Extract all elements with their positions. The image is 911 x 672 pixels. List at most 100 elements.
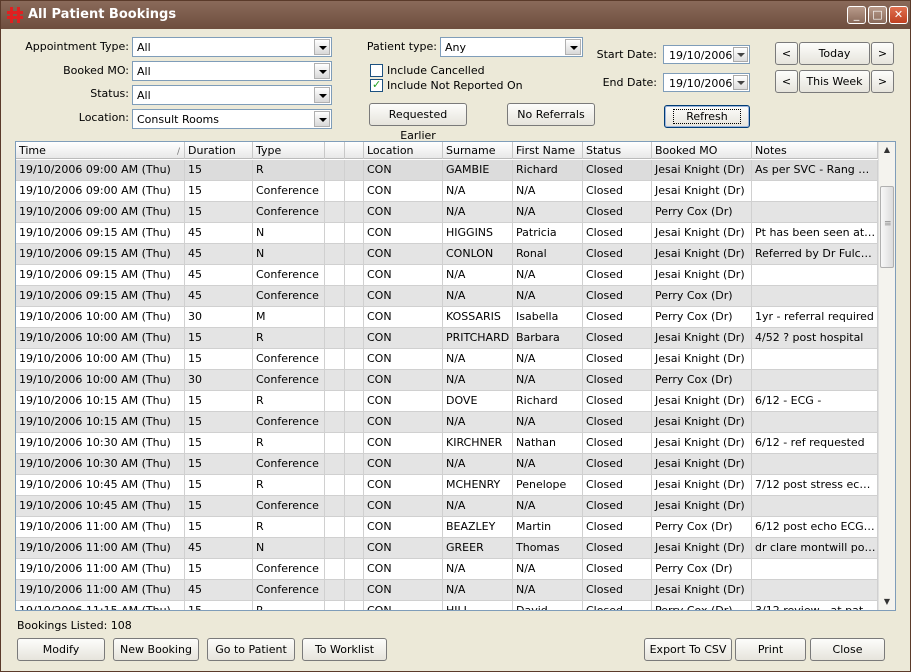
export-csv-button[interactable]: Export To CSV (644, 638, 732, 661)
table-row[interactable]: 19/10/2006 09:15 AM (Thu) 45 Conference CON… (16, 265, 878, 286)
next-day-button[interactable]: > (871, 42, 894, 65)
location-select[interactable]: Consult Rooms (132, 109, 332, 129)
table-row[interactable]: 19/10/2006 11:00 AM (Thu) 15 R CON BEAZLEY Ma… (16, 517, 878, 538)
scroll-up-icon[interactable]: ▲ (879, 142, 895, 158)
app-hash-icon (7, 7, 23, 23)
table-row[interactable]: 19/10/2006 09:00 AM (Thu) 15 Conference CON… (16, 202, 878, 223)
table-cell: 19/10/2006 11:00 AM (Thu) (16, 559, 185, 580)
chevron-down-icon[interactable] (314, 87, 330, 103)
table-row[interactable]: 19/10/2006 10:15 AM (Thu) 15 R CON DOVE Richa… (16, 391, 878, 412)
table-cell: 15 (185, 496, 253, 517)
go-to-patient-button[interactable]: Go to Patient (207, 638, 295, 661)
appointment-type-select[interactable]: All (132, 37, 332, 57)
requested-earlier-button[interactable]: Requested Earlier (369, 103, 467, 142)
column-header[interactable]: Surname (443, 142, 513, 159)
table-row[interactable]: 19/10/2006 10:00 AM (Thu) 15 R CON PRITCHARD… (16, 328, 878, 349)
title-bar[interactable]: All Patient Bookings _ □ ✕ (1, 1, 910, 29)
calendar-dropdown-icon[interactable] (733, 47, 748, 62)
table-cell: Closed (583, 202, 652, 223)
table-cell (325, 580, 345, 601)
table-cell: Thomas (513, 538, 583, 559)
table-row[interactable]: 19/10/2006 10:00 AM (Thu) 15 Conference CON… (16, 349, 878, 370)
table-cell: Perry Cox (Dr) (652, 559, 752, 580)
table-row[interactable]: 19/10/2006 10:00 AM (Thu) 30 M CON KOSSARIS I… (16, 307, 878, 328)
location-label: Location: (78, 111, 129, 124)
next-week-button[interactable]: > (871, 70, 894, 93)
checkbox-box-checked[interactable] (370, 78, 383, 92)
table-row[interactable]: 19/10/2006 09:15 AM (Thu) 45 Conference CON… (16, 286, 878, 307)
table-row[interactable]: 19/10/2006 10:45 AM (Thu) 15 Conference CON… (16, 496, 878, 517)
column-header[interactable] (345, 142, 364, 159)
column-header[interactable]: Booked MO (652, 142, 752, 159)
table-row[interactable]: 19/10/2006 11:00 AM (Thu) 45 Conference CON… (16, 580, 878, 601)
table-row[interactable]: 19/10/2006 10:30 AM (Thu) 15 R CON KIRCHNER N… (16, 433, 878, 454)
column-header[interactable]: First Name (513, 142, 583, 159)
column-header[interactable]: Notes (752, 142, 878, 159)
refresh-button[interactable]: Refresh (664, 105, 750, 128)
vertical-scrollbar[interactable]: ▲ ▼ (878, 142, 895, 610)
table-row[interactable]: 19/10/2006 10:45 AM (Thu) 15 R CON MCHENRY Pe… (16, 475, 878, 496)
this-week-button[interactable]: This Week (799, 70, 870, 93)
table-cell: Closed (583, 496, 652, 517)
modify-button[interactable]: Modify (17, 638, 105, 661)
minimize-button[interactable]: _ (847, 6, 866, 24)
table-row[interactable]: 19/10/2006 09:15 AM (Thu) 45 N CON CONLON Ron… (16, 244, 878, 265)
table-row[interactable]: 19/10/2006 10:15 AM (Thu) 15 Conference CON… (16, 412, 878, 433)
column-header[interactable] (325, 142, 345, 159)
patient-type-select[interactable]: Any (440, 37, 583, 57)
prev-day-button[interactable]: < (775, 42, 798, 65)
column-header[interactable]: Location (364, 142, 443, 159)
table-row[interactable]: 19/10/2006 11:00 AM (Thu) 15 Conference CON… (16, 559, 878, 580)
table-cell (345, 559, 364, 580)
new-booking-button[interactable]: New Booking (113, 638, 199, 661)
chevron-down-icon[interactable] (565, 39, 581, 55)
table-row[interactable]: 19/10/2006 09:15 AM (Thu) 45 N CON HIGGINS Pa… (16, 223, 878, 244)
table-cell: N/A (513, 265, 583, 286)
table-cell: N/A (513, 286, 583, 307)
chevron-down-icon[interactable] (314, 39, 330, 55)
column-header[interactable]: Duration (185, 142, 253, 159)
column-header[interactable]: Status (583, 142, 652, 159)
table-row[interactable]: 19/10/2006 09:00 AM (Thu) 15 Conference CON… (16, 181, 878, 202)
table-cell (325, 370, 345, 391)
close-window-button[interactable]: ✕ (889, 6, 908, 24)
booked-mo-select[interactable]: All (132, 61, 332, 81)
checkbox-box[interactable] (370, 64, 383, 77)
no-referrals-button[interactable]: No Referrals (507, 103, 595, 126)
status-select[interactable]: All (132, 85, 332, 105)
bookings-table[interactable]: Time / Duration Type Location Surname First Na… (15, 141, 896, 611)
table-cell: 4/52 ? post hospital (752, 328, 878, 349)
table-cell: 15 (185, 202, 253, 223)
table-row[interactable]: 19/10/2006 10:00 AM (Thu) 30 Conference CON… (16, 370, 878, 391)
table-row[interactable]: 19/10/2006 11:00 AM (Thu) 45 N CON GREER Thom… (16, 538, 878, 559)
include-cancelled-checkbox[interactable]: Include Cancelled (370, 64, 500, 78)
chevron-down-icon[interactable] (314, 63, 330, 79)
include-not-reported-checkbox[interactable]: Include Not Reported On (370, 78, 523, 93)
table-cell: Conference (253, 496, 325, 517)
column-header[interactable]: Time / (16, 142, 185, 159)
print-button[interactable]: Print (735, 638, 806, 661)
calendar-dropdown-icon[interactable] (733, 75, 748, 90)
scroll-down-icon[interactable]: ▼ (879, 594, 895, 610)
table-cell: Closed (583, 517, 652, 538)
scroll-thumb[interactable] (880, 186, 894, 268)
chevron-down-icon[interactable] (314, 111, 330, 127)
maximize-button[interactable]: □ (868, 6, 887, 24)
column-header[interactable]: Type (253, 142, 325, 159)
table-cell: 45 (185, 286, 253, 307)
table-row[interactable]: 19/10/2006 09:00 AM (Thu) 15 R CON GAMBIE Ric… (16, 160, 878, 181)
end-date-field[interactable]: 19/10/2006 (663, 73, 750, 92)
table-cell (325, 202, 345, 223)
prev-week-button[interactable]: < (775, 70, 798, 93)
table-row[interactable]: 19/10/2006 11:15 AM (Thu) 15 R CON HILL David… (16, 601, 878, 610)
to-worklist-button[interactable]: To Worklist (302, 638, 387, 661)
table-row[interactable]: 19/10/2006 10:30 AM (Thu) 15 Conference CON… (16, 454, 878, 475)
table-cell: Conference (253, 370, 325, 391)
table-cell: BEAZLEY (443, 517, 513, 538)
table-cell: Perry Cox (Dr) (652, 286, 752, 307)
close-button[interactable]: Close (810, 638, 885, 661)
booked-mo-value: All (137, 65, 151, 78)
today-button[interactable]: Today (799, 42, 870, 65)
start-date-field[interactable]: 19/10/2006 (663, 45, 750, 64)
table-cell (752, 202, 878, 223)
